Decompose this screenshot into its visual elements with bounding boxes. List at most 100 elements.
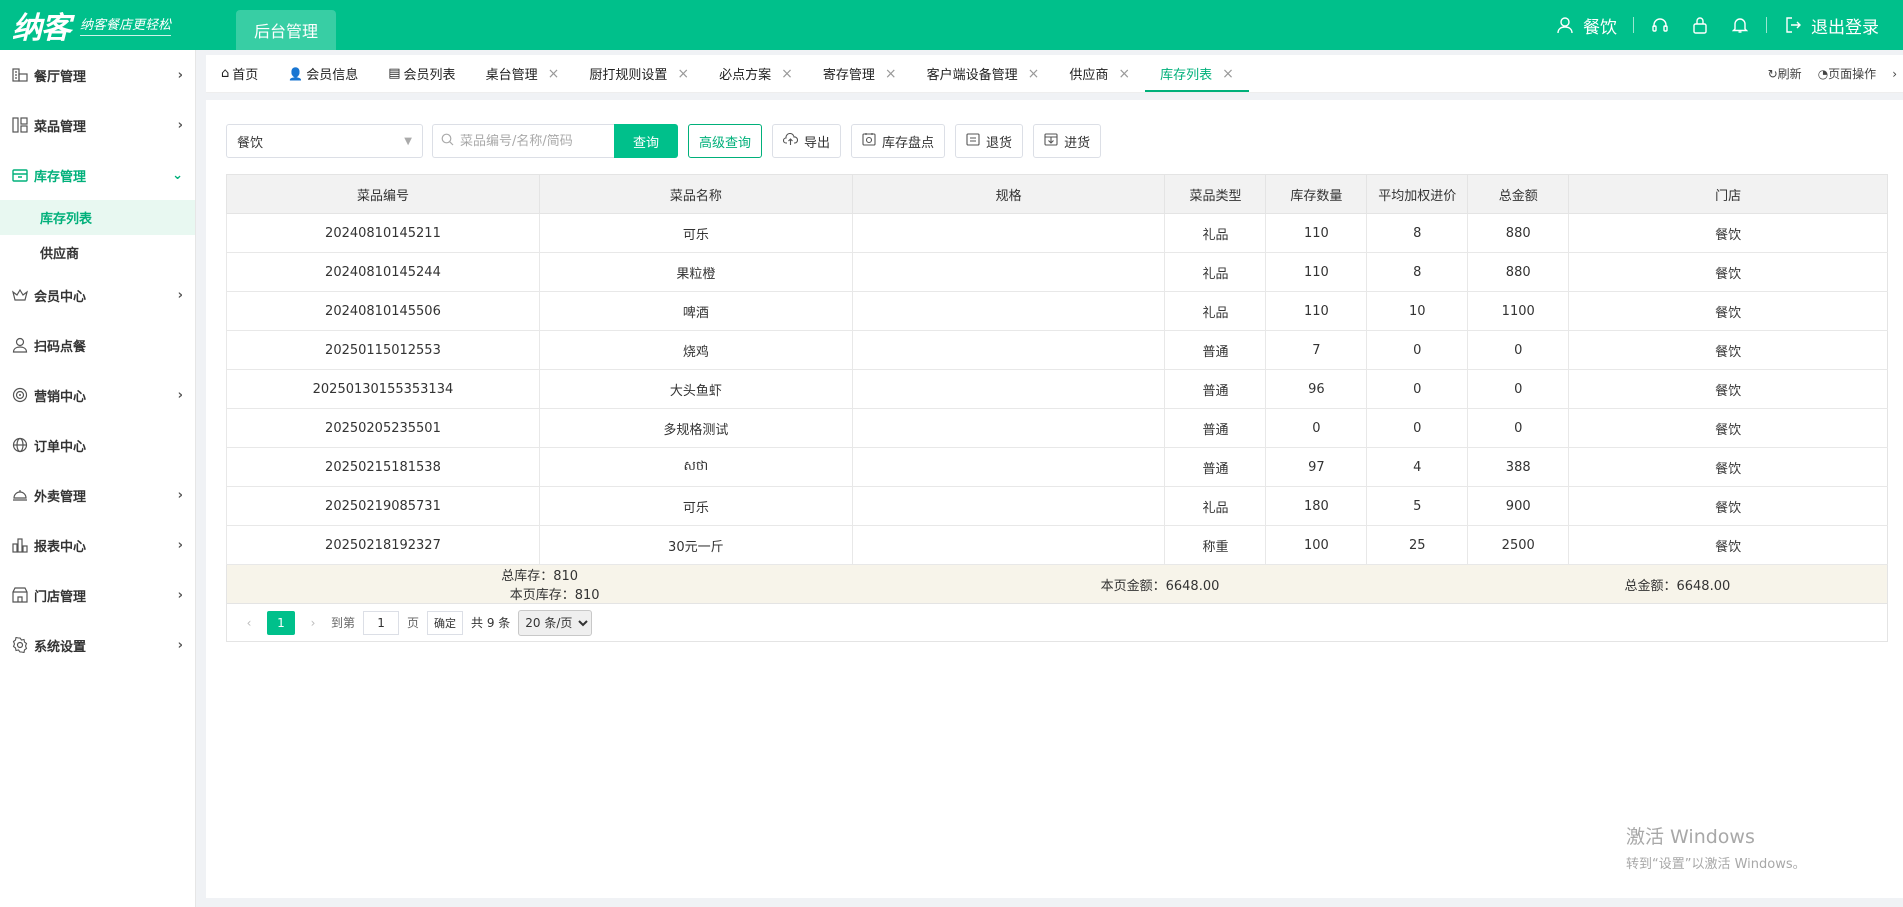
table-cell: 7 [1265,330,1367,370]
tab-client-devices[interactable]: 客户端设备管理 × [912,55,1055,92]
goto-page-input[interactable] [363,610,400,635]
windows-activation-watermark: 激活 Windows 转到“设置”以激活 Windows。 [1626,822,1806,872]
tab-table-management[interactable]: 桌台管理 × [471,55,575,92]
bell-icon[interactable] [1730,15,1750,35]
user-menu[interactable]: 餐饮 [1555,13,1617,38]
sidebar-subitem-supplier[interactable]: 供应商 [0,235,195,270]
table-cell: 2500 [1467,525,1569,565]
tab-member-list[interactable]: ▤ 会员列表 [373,55,470,92]
purchase-button[interactable]: 进货 [1033,124,1102,158]
advanced-query-button[interactable]: 高级查询 [688,124,763,158]
tab-home[interactable]: ⌂ 首页 [206,55,273,92]
sidebar-item-marketing[interactable]: 营销中心 › [0,370,195,420]
tab-supplier[interactable]: 供应商 × [1054,55,1145,92]
sidebar-item-restaurant[interactable]: 餐厅管理 › [0,50,195,100]
report-icon [11,536,29,554]
table-cell: 4 [1366,447,1468,487]
query-button[interactable]: 查询 [614,124,678,158]
column-header[interactable]: 菜品类型 [1164,174,1267,214]
watermark-line2: 转到“设置”以激活 Windows。 [1626,857,1806,872]
table-cell [851,330,1165,370]
summary-row: 总库存：810 本页库存：810 本页金额：6648.00 总金额：6648.0… [226,564,1888,604]
close-icon[interactable]: × [1028,66,1040,82]
close-icon[interactable]: × [548,66,560,82]
close-icon[interactable]: × [1118,66,1130,82]
sidebar-item-scan-order[interactable]: 扫码点餐 [0,320,195,370]
table-row[interactable]: 20240810145244 果粒橙 礼品 110 8 880 餐饮 [226,252,1888,292]
store-select[interactable]: 餐饮 ▼ [226,124,423,158]
sidebar-subitem-stock-list[interactable]: 库存列表 [0,200,195,235]
sidebar-item-stores[interactable]: 门店管理 › [0,570,195,620]
page-operations-button[interactable]: ◔页面操作 [1818,65,1877,82]
tab-kitchen-print-rules[interactable]: 厨打规则设置 × [574,55,704,92]
table-cell [851,486,1165,526]
return-goods-button[interactable]: 退货 [955,124,1024,158]
tab-required-dishes[interactable]: 必点方案 × [704,55,808,92]
search-input[interactable] [460,133,610,149]
column-header[interactable]: 菜品编号 [226,174,540,214]
table-row[interactable]: 20250115012553 烧鸡 普通 7 0 0 餐饮 [226,330,1888,370]
column-header[interactable]: 菜品名称 [538,174,853,214]
tab-member-info[interactable]: 👤 会员信息 [273,55,373,92]
table-cell: 20240810145211 [226,213,540,253]
table-row[interactable]: 20250130155353134 大头鱼虾 普通 96 0 0 餐饮 [226,369,1888,409]
user-icon [1555,15,1575,35]
sidebar-item-label: 门店管理 [34,589,87,605]
column-header[interactable]: 库存数量 [1265,174,1368,214]
close-icon[interactable]: × [885,66,897,82]
table-cell: 大头鱼虾 [538,369,853,409]
table-row[interactable]: 20250205235501 多规格测试 普通 0 0 0 餐饮 [226,408,1888,448]
user-icon [11,336,29,354]
sidebar-item-dishes[interactable]: 菜品管理 › [0,100,195,150]
close-icon[interactable]: × [1222,66,1234,82]
export-button[interactable]: 导出 [772,124,842,158]
tab-stock-list[interactable]: 库存列表 × [1145,55,1249,92]
next-page-button[interactable]: › [303,616,323,630]
tab-label: 桌台管理 [485,68,538,83]
summary-page-stock: 本页库存：810 [509,588,600,603]
column-header[interactable]: 总金额 [1467,174,1570,214]
stocktake-button[interactable]: 库存盘点 [851,124,946,158]
refresh-button[interactable]: ↻刷新 [1768,65,1802,82]
close-icon[interactable]: × [677,66,689,82]
prev-page-button[interactable]: ‹ [239,616,259,630]
logout-button[interactable]: 退出登录 [1783,13,1879,38]
tab-storage-management[interactable]: 寄存管理 × [808,55,912,92]
table-cell: 880 [1467,252,1569,292]
home-icon: ⌂ [221,66,230,81]
delivery-icon [11,486,29,504]
table-cell: 110 [1265,252,1367,292]
inventory-icon [11,166,29,184]
table-cell: 餐饮 [1568,486,1888,526]
sidebar-item-settings[interactable]: 系统设置 › [0,620,195,670]
sidebar-item-member-center[interactable]: 会员中心 › [0,270,195,320]
column-header[interactable]: 规格 [851,174,1166,214]
column-header[interactable]: 平均加权进价 [1366,174,1469,214]
table-row[interactable]: 20250218192327 30元一斤 称重 100 25 2500 餐饮 [226,525,1888,565]
page-number-current[interactable]: 1 [267,610,295,635]
sidebar-item-inventory[interactable]: 库存管理 ⌄ [0,150,195,200]
table-row[interactable]: 20250219085731 可乐 礼品 180 5 900 餐饮 [226,486,1888,526]
store-icon [11,586,29,604]
logo: 纳客 纳客餐店更轻松 [0,0,230,50]
table-cell: 多规格测试 [538,408,853,448]
page-operations-label: 页面操作 [1828,67,1877,81]
sidebar-item-reports[interactable]: 报表中心 › [0,520,195,570]
chevron-right-icon[interactable]: › [1892,67,1897,81]
lock-icon[interactable] [1690,15,1710,35]
table-cell: 称重 [1164,525,1266,565]
close-icon[interactable]: × [781,66,793,82]
return-label: 退货 [986,135,1013,151]
sidebar-item-orders[interactable]: 订单中心 [0,420,195,470]
table-row[interactable]: 20250215181538 សថា 普通 97 4 388 餐饮 [226,447,1888,487]
backend-management-tab[interactable]: 后台管理 [236,10,337,50]
sidebar-item-delivery[interactable]: 外卖管理 › [0,470,195,520]
column-header[interactable]: 门店 [1568,174,1888,214]
table-cell: 97 [1265,447,1367,487]
goto-confirm-button[interactable]: 确定 [427,610,464,635]
table-cell: 普通 [1164,408,1266,448]
headset-icon[interactable] [1650,15,1670,35]
table-row[interactable]: 20240810145506 啤酒 礼品 110 10 1100 餐饮 [226,291,1888,331]
table-row[interactable]: 20240810145211 可乐 礼品 110 8 880 餐饮 [226,213,1888,253]
page-size-select[interactable]: 20 条/页 [518,609,593,636]
